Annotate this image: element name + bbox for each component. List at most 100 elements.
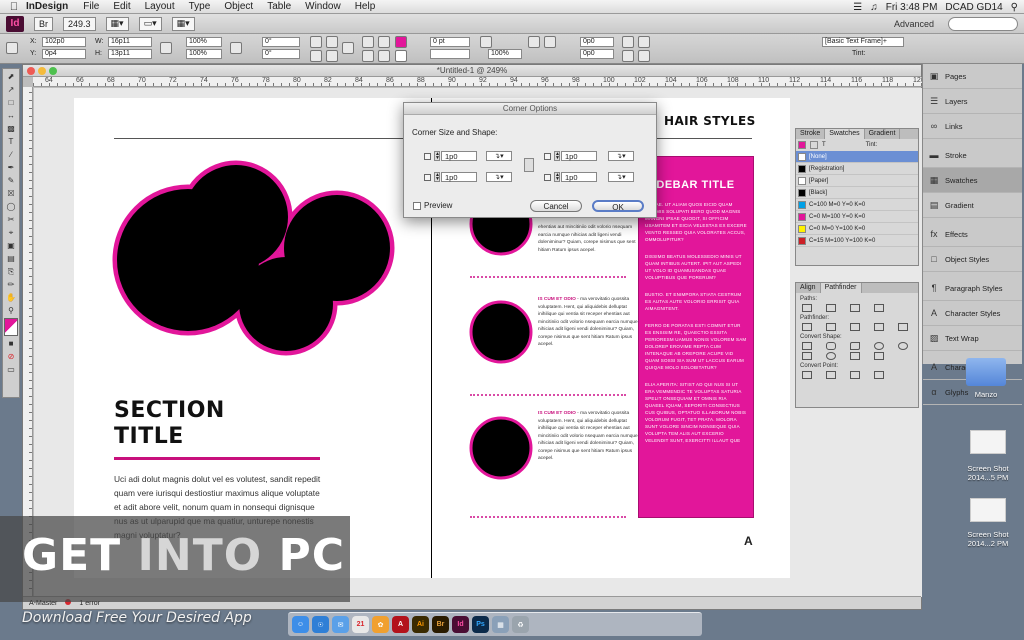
dock-photos-icon[interactable]: ✿: [372, 616, 389, 633]
menu-help[interactable]: Help: [355, 1, 376, 12]
top-left-stepper[interactable]: ▲ ▼: [434, 151, 440, 161]
swatch-row[interactable]: [Registration]: [796, 163, 918, 175]
polygon-shape-icon[interactable]: [898, 342, 908, 350]
content-collector-icon[interactable]: ▩: [4, 123, 18, 134]
dock-acrobat-icon[interactable]: A: [392, 616, 409, 633]
apply-none-icon[interactable]: ⊘: [4, 351, 18, 362]
screenshot-2-label[interactable]: Screen Shot 2014...2 PM: [958, 530, 1018, 548]
center-content-icon[interactable]: [622, 50, 634, 62]
screen-mode-button[interactable]: ▭▾: [138, 16, 162, 31]
section-title[interactable]: SECTION TITLE: [114, 398, 225, 450]
eyedropper-tool-icon[interactable]: ✏: [4, 279, 18, 290]
rotation-input[interactable]: 0°: [262, 37, 300, 47]
apply-color-icon[interactable]: ■: [4, 338, 18, 349]
triangle-shape-icon[interactable]: [802, 352, 812, 360]
menubar-clock[interactable]: Fri 3:48 PM: [886, 2, 938, 13]
pen-tool-icon[interactable]: ✒: [4, 162, 18, 173]
scissors-tool-icon[interactable]: ✂: [4, 214, 18, 225]
corner-point-icon[interactable]: [826, 371, 836, 379]
symmetrical-point-icon[interactable]: [874, 371, 884, 379]
folder-icon[interactable]: [966, 358, 1006, 386]
preview-checkbox[interactable]: [413, 202, 421, 210]
swatch-row[interactable]: C=15 M=100 Y=100 K=0: [796, 235, 918, 247]
top-right-size-input[interactable]: 1p0: [561, 151, 597, 161]
width-input[interactable]: 16p11: [108, 37, 152, 47]
free-transform-tool-icon[interactable]: ⌖: [4, 227, 18, 238]
tab-align[interactable]: Align: [796, 283, 821, 293]
view-options-button[interactable]: ▦▾: [105, 16, 129, 31]
beveled-rectangle-shape-icon[interactable]: [850, 342, 860, 350]
dock-indesign-icon[interactable]: Id: [452, 616, 469, 633]
rectangle-frame-tool-icon[interactable]: ☒: [4, 188, 18, 199]
story-text-3[interactable]: IS CUM ET ODIO - ma verovitatio quossita…: [538, 410, 638, 463]
shear-input[interactable]: 0°: [262, 49, 300, 59]
flip-horizontal-icon[interactable]: [326, 36, 338, 48]
formatting-text-icon[interactable]: T: [822, 142, 826, 148]
reverse-path-icon[interactable]: [874, 304, 884, 312]
top-right-stepper[interactable]: ▲ ▼: [554, 151, 560, 161]
swatch-row[interactable]: [None]: [796, 151, 918, 163]
bottom-right-size-input[interactable]: 1p0: [561, 172, 597, 182]
circle-shape-icon[interactable]: [826, 352, 836, 360]
plain-point-icon[interactable]: [802, 371, 812, 379]
type-tool-icon[interactable]: T: [4, 136, 18, 147]
menu-table[interactable]: Table: [267, 1, 291, 12]
story-text-1[interactable]: ehentias aut mincitiniio odit volorio ns…: [538, 224, 638, 254]
constrain-scale-icon[interactable]: [230, 42, 242, 54]
ok-button[interactable]: OK: [592, 200, 644, 212]
tab-pathfinder[interactable]: Pathfinder: [820, 283, 862, 293]
swatch-row[interactable]: [Paper]: [796, 175, 918, 187]
panel-character-styles[interactable]: A Character Styles: [923, 301, 1022, 326]
make-all-settings-same-icon[interactable]: [524, 158, 534, 172]
dock-illustrator-icon[interactable]: Ai: [412, 616, 429, 633]
drop-shadow-icon[interactable]: [528, 36, 540, 48]
select-content-icon[interactable]: [362, 50, 374, 62]
subtract-icon[interactable]: [826, 323, 836, 331]
menu-file[interactable]: File: [83, 1, 99, 12]
select-next-icon[interactable]: [378, 50, 390, 62]
selection-tool-icon[interactable]: ⬈: [4, 71, 18, 82]
bottom-left-size-input[interactable]: 1p0: [441, 172, 477, 182]
fill-swatch[interactable]: [395, 36, 407, 48]
menu-edit[interactable]: Edit: [113, 1, 130, 12]
scale-y-input[interactable]: 100%: [186, 49, 222, 59]
hand-tool-icon[interactable]: ✋: [4, 292, 18, 303]
dock-files-icon[interactable]: ▦: [492, 616, 509, 633]
screen-mode-icon[interactable]: ▭: [4, 364, 18, 375]
dock-trash-icon[interactable]: ♻: [512, 616, 529, 633]
close-path-icon[interactable]: [850, 304, 860, 312]
path-type-icon[interactable]: [342, 42, 354, 54]
add-icon[interactable]: [802, 323, 812, 331]
screenshot-file-icon[interactable]: [970, 498, 1006, 522]
open-path-icon[interactable]: [826, 304, 836, 312]
gradient-feather-tool-icon[interactable]: ▤: [4, 253, 18, 264]
tab-gradient[interactable]: Gradient: [865, 129, 901, 139]
bottom-left-stepper[interactable]: ▲ ▼: [434, 172, 440, 182]
text-wrap-none-icon[interactable]: [544, 36, 556, 48]
stroke-weight-input[interactable]: 0 pt: [430, 37, 470, 47]
gap-tool-icon[interactable]: ↔: [4, 110, 18, 121]
wifi-icon[interactable]: ☰: [853, 2, 862, 13]
dock-bridge-icon[interactable]: Br: [432, 616, 449, 633]
line-tool-icon[interactable]: ∕: [4, 149, 18, 160]
join-path-icon[interactable]: [802, 304, 812, 312]
orthogonal-line-shape-icon[interactable]: [874, 352, 884, 360]
gradient-swatch-tool-icon[interactable]: ▣: [4, 240, 18, 251]
cancel-button[interactable]: Cancel: [530, 200, 582, 212]
swatch-row[interactable]: C=100 M=0 Y=0 K=0: [796, 199, 918, 211]
dock-photoshop-icon[interactable]: Ps: [472, 616, 489, 633]
bottom-left-shape-select[interactable]: ↴▾: [486, 172, 512, 182]
hair-styles-heading[interactable]: HAIR STYLES: [664, 114, 756, 128]
smooth-point-icon[interactable]: [850, 371, 860, 379]
intersect-icon[interactable]: [850, 323, 860, 331]
fit-frame-icon[interactable]: [638, 36, 650, 48]
volume-icon[interactable]: ♫: [870, 2, 878, 13]
panel-object-styles[interactable]: □ Object Styles: [923, 247, 1022, 272]
pencil-tool-icon[interactable]: ✎: [4, 175, 18, 186]
stroke-icon[interactable]: [810, 141, 818, 149]
minimize-window-icon[interactable]: [38, 67, 46, 75]
menu-type[interactable]: Type: [189, 1, 211, 12]
select-container-icon[interactable]: [362, 36, 374, 48]
constrain-proportions-icon[interactable]: [160, 42, 172, 54]
menu-object[interactable]: Object: [224, 1, 253, 12]
